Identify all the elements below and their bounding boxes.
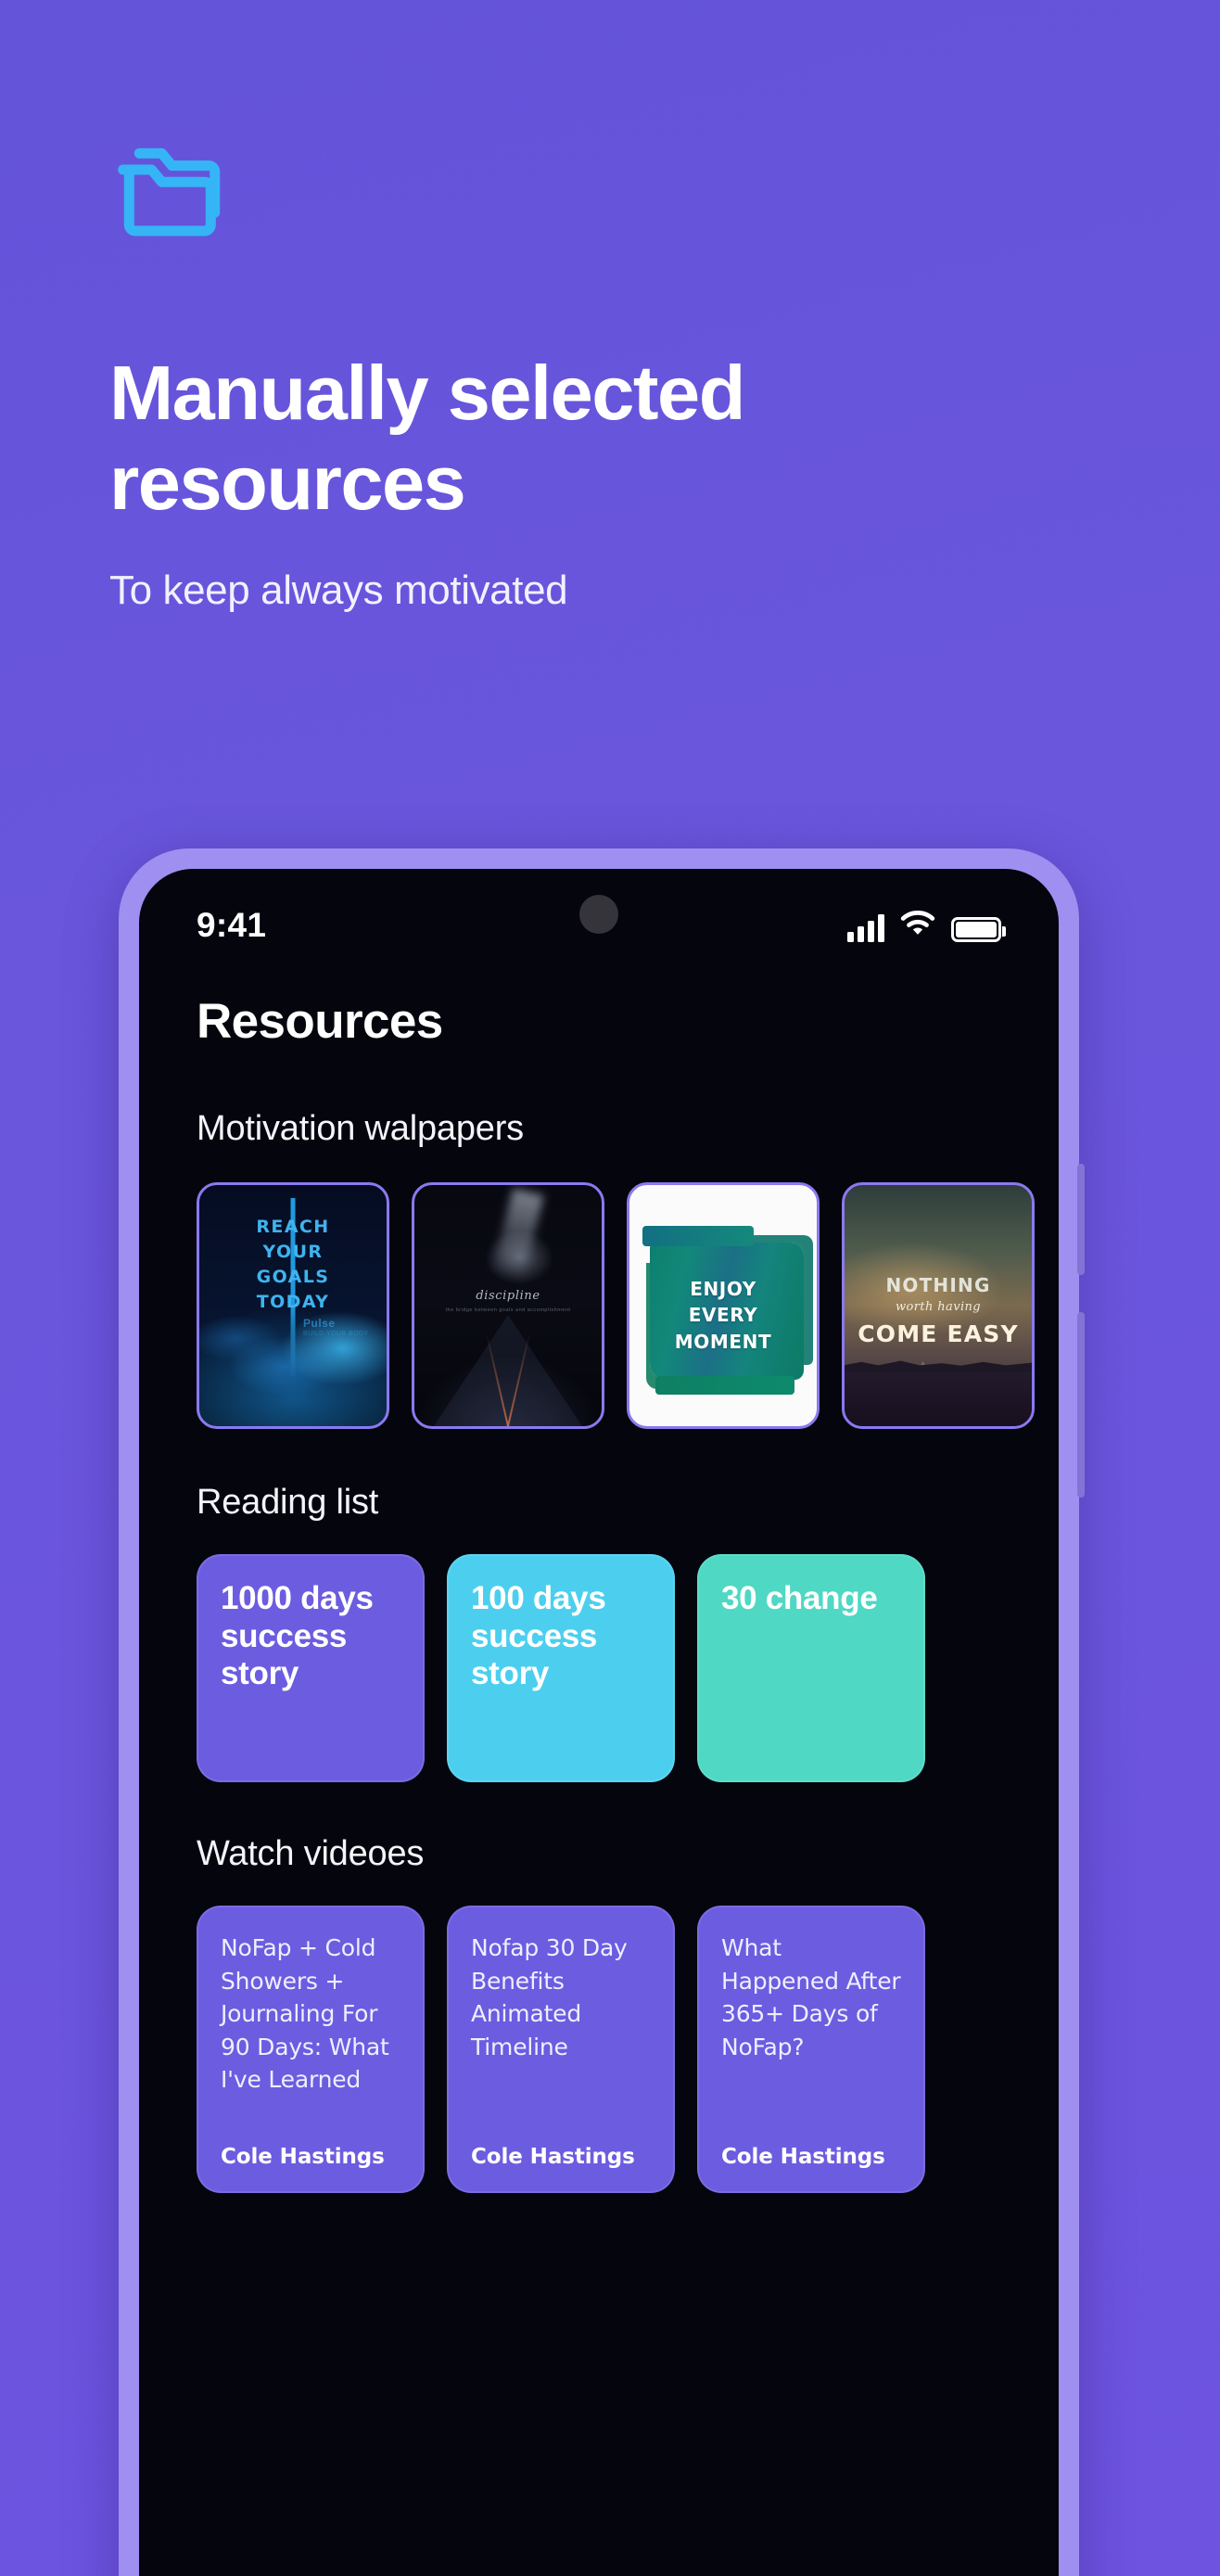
phone-frame: 9:41 Resources Motivation walpapers REAC… <box>119 848 1085 2576</box>
swimmer-photo <box>199 1307 387 1409</box>
wallpaper-card-reach-your-goals-today[interactable]: REACH YOUR GOALS TODAY Pulse BUILD YOUR … <box>197 1182 389 1429</box>
wallpaper-card-nothing-come-easy[interactable]: NOTHING worth having COME EASY <box>842 1182 1035 1429</box>
reading-card-30-change[interactable]: 30 change <box>697 1554 925 1782</box>
folders-icon <box>109 139 1220 241</box>
video-author: Cole Hastings <box>471 2145 635 2169</box>
videos-carousel[interactable]: NoFap + Cold Showers + Journaling For 90… <box>139 1906 1059 2193</box>
page-subtitle: To keep always motivated <box>109 567 568 614</box>
section-title-reading-list: Reading list <box>197 1483 379 1522</box>
wallpaper-line-1: ENJOY <box>690 1278 756 1300</box>
video-card-365-days-nofap[interactable]: What Happened After 365+ Days of NoFap? … <box>697 1906 925 2193</box>
wallpaper-line-1: REACH <box>256 1217 330 1237</box>
video-title: What Happened After 365+ Days of NoFap? <box>721 1934 901 2060</box>
reading-list-carousel[interactable]: 1000 days success story 100 days success… <box>139 1554 1059 1782</box>
status-time: 9:41 <box>197 906 267 944</box>
light-beam <box>492 1188 544 1279</box>
video-author: Cole Hastings <box>221 2145 385 2169</box>
wallpaper-text: ENJOY EVERY MOMENT <box>644 1276 802 1355</box>
wallpaper-card-discipline-tunnel[interactable]: discipline the bridge between goals and … <box>412 1182 604 1429</box>
phone-power-button[interactable] <box>1077 1312 1085 1498</box>
wallpapers-carousel[interactable]: REACH YOUR GOALS TODAY Pulse BUILD YOUR … <box>139 1182 1059 1429</box>
status-icons <box>847 910 1006 942</box>
video-title: Nofap 30 Day Benefits Animated Timeline <box>471 1934 628 2060</box>
wallpaper-caption-sub: the bridge between goals and accomplishm… <box>445 1307 571 1313</box>
wallpaper-line-3: GOALS <box>256 1266 330 1287</box>
app-screen-title: Resources <box>197 994 443 1049</box>
tunnel-perspective <box>434 1315 582 1426</box>
wallpaper-line-3: MOMENT <box>674 1330 772 1353</box>
reading-card-100-days[interactable]: 100 days success story <box>447 1554 675 1782</box>
wallpaper-caption: discipline <box>476 1289 540 1303</box>
page-title: Manually selected resources <box>109 350 745 527</box>
phone-mockup: 9:41 Resources Motivation walpapers REAC… <box>119 848 1085 2576</box>
wallpaper-line-2: EVERY <box>688 1304 758 1327</box>
cellular-signal-icon <box>847 913 884 942</box>
phone-screen: 9:41 Resources Motivation walpapers REAC… <box>139 869 1059 2576</box>
wallpaper-card-enjoy-every-moment[interactable]: ENJOY EVERY MOMENT <box>627 1182 820 1429</box>
wifi-icon <box>900 910 935 942</box>
video-card-nofap-cold-showers[interactable]: NoFap + Cold Showers + Journaling For 90… <box>197 1906 425 2193</box>
wallpaper-line-2: worth having <box>895 1300 982 1314</box>
horizon-silhouette <box>845 1360 1032 1374</box>
video-card-nofap-30-day-benefits[interactable]: Nofap 30 Day Benefits Animated Timeline … <box>447 1906 675 2193</box>
video-title: NoFap + Cold Showers + Journaling For 90… <box>221 1934 389 2093</box>
promo-header: Manually selected resources To keep alwa… <box>0 0 1220 616</box>
section-title-wallpapers: Motivation walpapers <box>197 1109 524 1148</box>
wallpaper-line-2: YOUR <box>262 1241 324 1262</box>
video-author: Cole Hastings <box>721 2145 885 2169</box>
battery-full-icon <box>951 916 1006 942</box>
front-camera-dot <box>579 895 618 934</box>
wallpaper-text: REACH YOUR GOALS TODAY <box>199 1215 387 1315</box>
reading-card-1000-days[interactable]: 1000 days success story <box>197 1554 425 1782</box>
status-bar: 9:41 <box>139 869 1059 958</box>
ground-shape <box>845 1372 1032 1426</box>
wallpaper-line-3: COME EASY <box>858 1320 1019 1347</box>
section-title-watch-videos: Watch videoes <box>197 1834 425 1873</box>
wallpaper-line-1: NOTHING <box>885 1274 991 1296</box>
phone-volume-button[interactable] <box>1077 1164 1085 1275</box>
